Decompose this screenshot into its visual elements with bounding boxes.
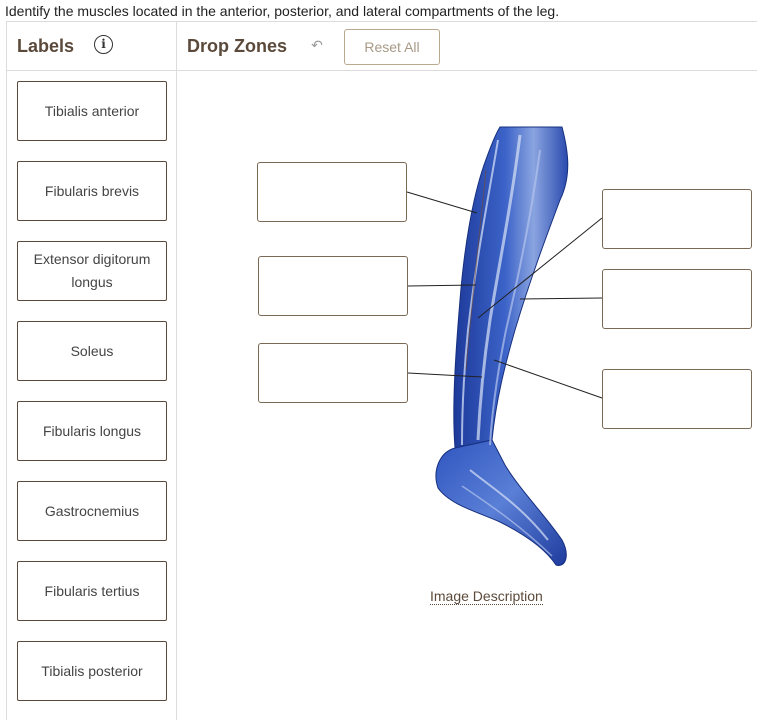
leg-illustration — [435, 126, 569, 566]
image-description-link[interactable]: Image Description — [430, 588, 543, 605]
leader-line-6 — [493, 359, 603, 399]
drop-zone-right-1[interactable] — [602, 189, 752, 249]
drop-zone-left-1[interactable] — [257, 162, 407, 222]
leader-line-1 — [406, 191, 478, 214]
leader-line-5 — [519, 297, 603, 300]
drop-zone-right-2[interactable] — [602, 269, 752, 329]
drop-zone-left-2[interactable] — [258, 256, 408, 316]
drop-zone-right-3[interactable] — [602, 369, 752, 429]
drop-zone-left-3[interactable] — [258, 343, 408, 403]
